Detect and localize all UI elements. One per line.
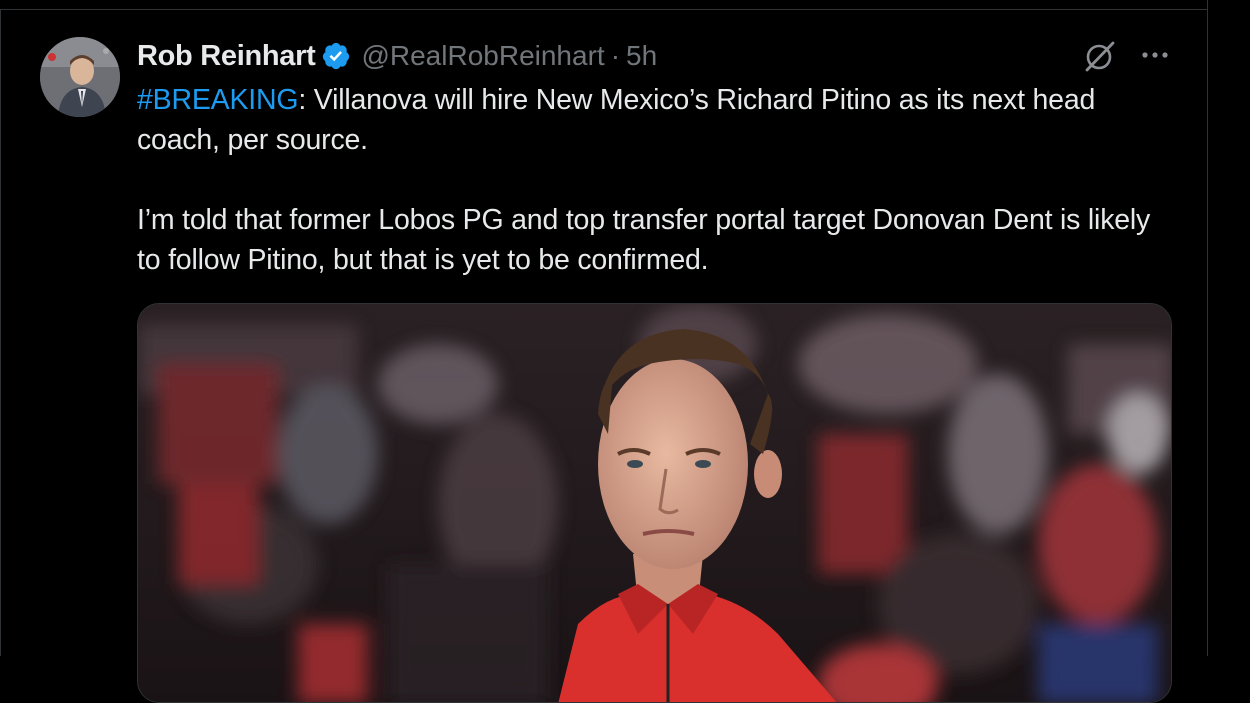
timeline-right-border [1207,0,1208,656]
coach-photo [138,304,1171,702]
avatar[interactable] [40,37,120,117]
author-name[interactable]: Rob Reinhart [137,40,316,73]
hashtag-link[interactable]: #BREAKING [137,84,299,116]
tweet-top-border [0,9,1208,10]
grok-icon[interactable] [1083,39,1117,73]
tweet-header: Rob Reinhart @RealRobReinhart · 5h [137,36,657,76]
verified-badge-icon [321,41,351,71]
tweet-paragraph-2: I’m told that former Lobos PG and top tr… [137,204,1151,276]
more-icon[interactable] [1138,40,1172,70]
header-separator: · [610,40,621,71]
tweet-media-photo[interactable] [137,303,1172,703]
timestamp[interactable]: 5h [626,40,657,72]
tweet-text: #BREAKING: Villanova will hire New Mexic… [137,80,1177,280]
author-handle[interactable]: @RealRobReinhart [361,40,604,72]
tweet-paragraph-1: #BREAKING: Villanova will hire New Mexic… [137,80,1177,160]
avatar-photo [40,37,120,117]
tweet-left-border [0,10,1,656]
